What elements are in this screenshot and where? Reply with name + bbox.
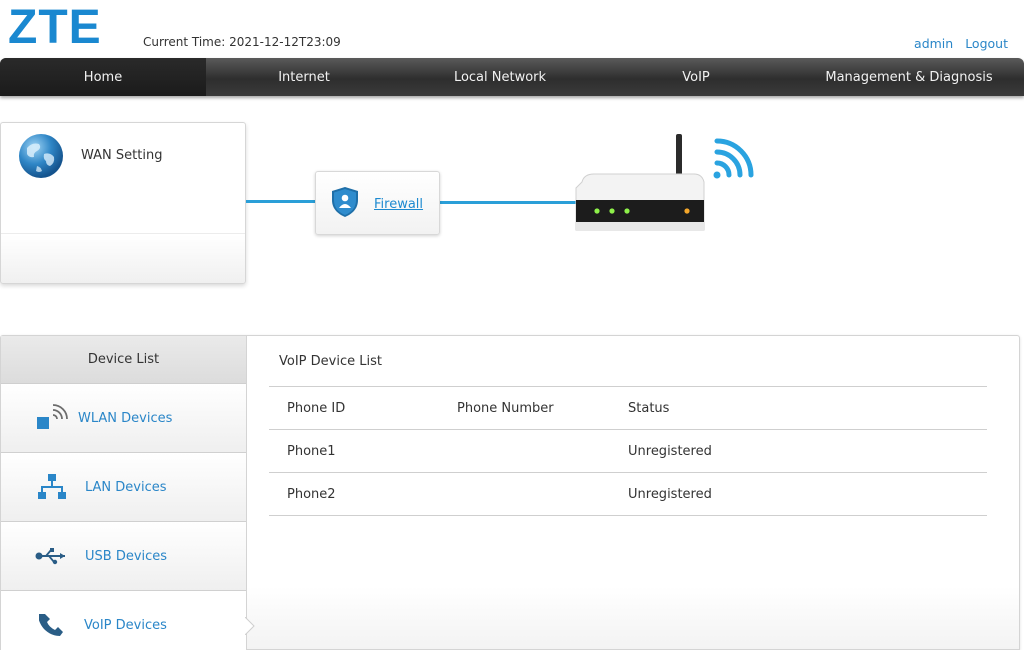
nav-internet[interactable]: Internet <box>206 58 402 96</box>
zte-logo[interactable]: ZTE <box>8 3 102 53</box>
column-phone-number: Phone Number <box>439 386 610 430</box>
wan-card-divider <box>1 233 245 234</box>
router-icon[interactable] <box>570 130 760 240</box>
nav-local-network[interactable]: Local Network <box>402 58 598 96</box>
firewall-link[interactable]: Firewall <box>374 197 423 212</box>
user-links: admin Logout <box>906 36 1008 51</box>
sidebar-item-label: WLAN Devices <box>78 410 173 426</box>
voip-list-title: VoIP Device List <box>279 354 382 369</box>
table-row: Phone1 Unregistered <box>269 429 987 473</box>
nav-management-diagnosis[interactable]: Management & Diagnosis <box>794 58 1024 96</box>
connection-line-router <box>440 201 578 204</box>
current-time-value: 2021-12-12T23:09 <box>229 35 341 49</box>
nav-voip[interactable]: VoIP <box>598 58 794 96</box>
sidebar-item-voip-devices[interactable]: VoIP Devices <box>1 591 255 650</box>
router-admin-page: ZTE Current Time: 2021-12-12T23:09 admin… <box>0 0 1024 650</box>
table-row: Phone2 Unregistered <box>269 472 987 516</box>
sidebar-item-wlan-devices[interactable]: WLAN Devices <box>1 384 246 453</box>
main-nav: Home Internet Local Network VoIP Managem… <box>0 58 1024 96</box>
sidebar-item-usb-devices[interactable]: USB Devices <box>1 522 246 591</box>
phone-id-cell: Phone1 <box>269 429 439 473</box>
device-sidebar: Device List WLAN Devices LAN Devices USB… <box>1 336 255 650</box>
column-phone-id: Phone ID <box>269 386 439 430</box>
firewall-card[interactable]: Firewall <box>315 171 440 235</box>
device-panel: Device List WLAN Devices LAN Devices USB… <box>0 335 1020 650</box>
usb-icon <box>35 541 69 571</box>
wifi-device-icon <box>35 403 69 433</box>
wan-setting-label: WAN Setting <box>81 148 163 163</box>
current-time: Current Time: 2021-12-12T23:09 <box>143 35 341 49</box>
phone-id-cell: Phone2 <box>269 472 439 516</box>
sidebar-item-label: LAN Devices <box>85 479 167 495</box>
sidebar-item-label: USB Devices <box>85 548 168 564</box>
logout-link[interactable]: Logout <box>965 36 1008 51</box>
status-cell: Unregistered <box>610 429 987 473</box>
wifi-signal-icon <box>713 138 754 179</box>
table-header-row: Phone ID Phone Number Status <box>269 386 987 430</box>
lan-network-icon <box>35 472 69 502</box>
device-list-header: Device List <box>1 336 246 384</box>
phone-icon <box>35 610 69 640</box>
admin-user-link[interactable]: admin <box>914 36 953 51</box>
voip-device-table: Phone ID Phone Number Status Phone1 Unre… <box>269 386 987 516</box>
phone-number-cell <box>439 472 610 516</box>
status-cell: Unregistered <box>610 472 987 516</box>
connection-line-wan <box>246 200 316 203</box>
globe-icon <box>19 134 63 178</box>
shield-icon <box>332 187 358 217</box>
wan-setting-card[interactable]: WAN Setting <box>0 122 246 284</box>
selected-arrow-icon <box>245 617 255 635</box>
sidebar-item-label: VoIP Devices <box>84 617 167 633</box>
sidebar-item-lan-devices[interactable]: LAN Devices <box>1 453 246 522</box>
current-time-label: Current Time: <box>143 35 226 49</box>
phone-number-cell <box>439 429 610 473</box>
column-status: Status <box>610 386 987 430</box>
nav-home[interactable]: Home <box>0 58 206 96</box>
